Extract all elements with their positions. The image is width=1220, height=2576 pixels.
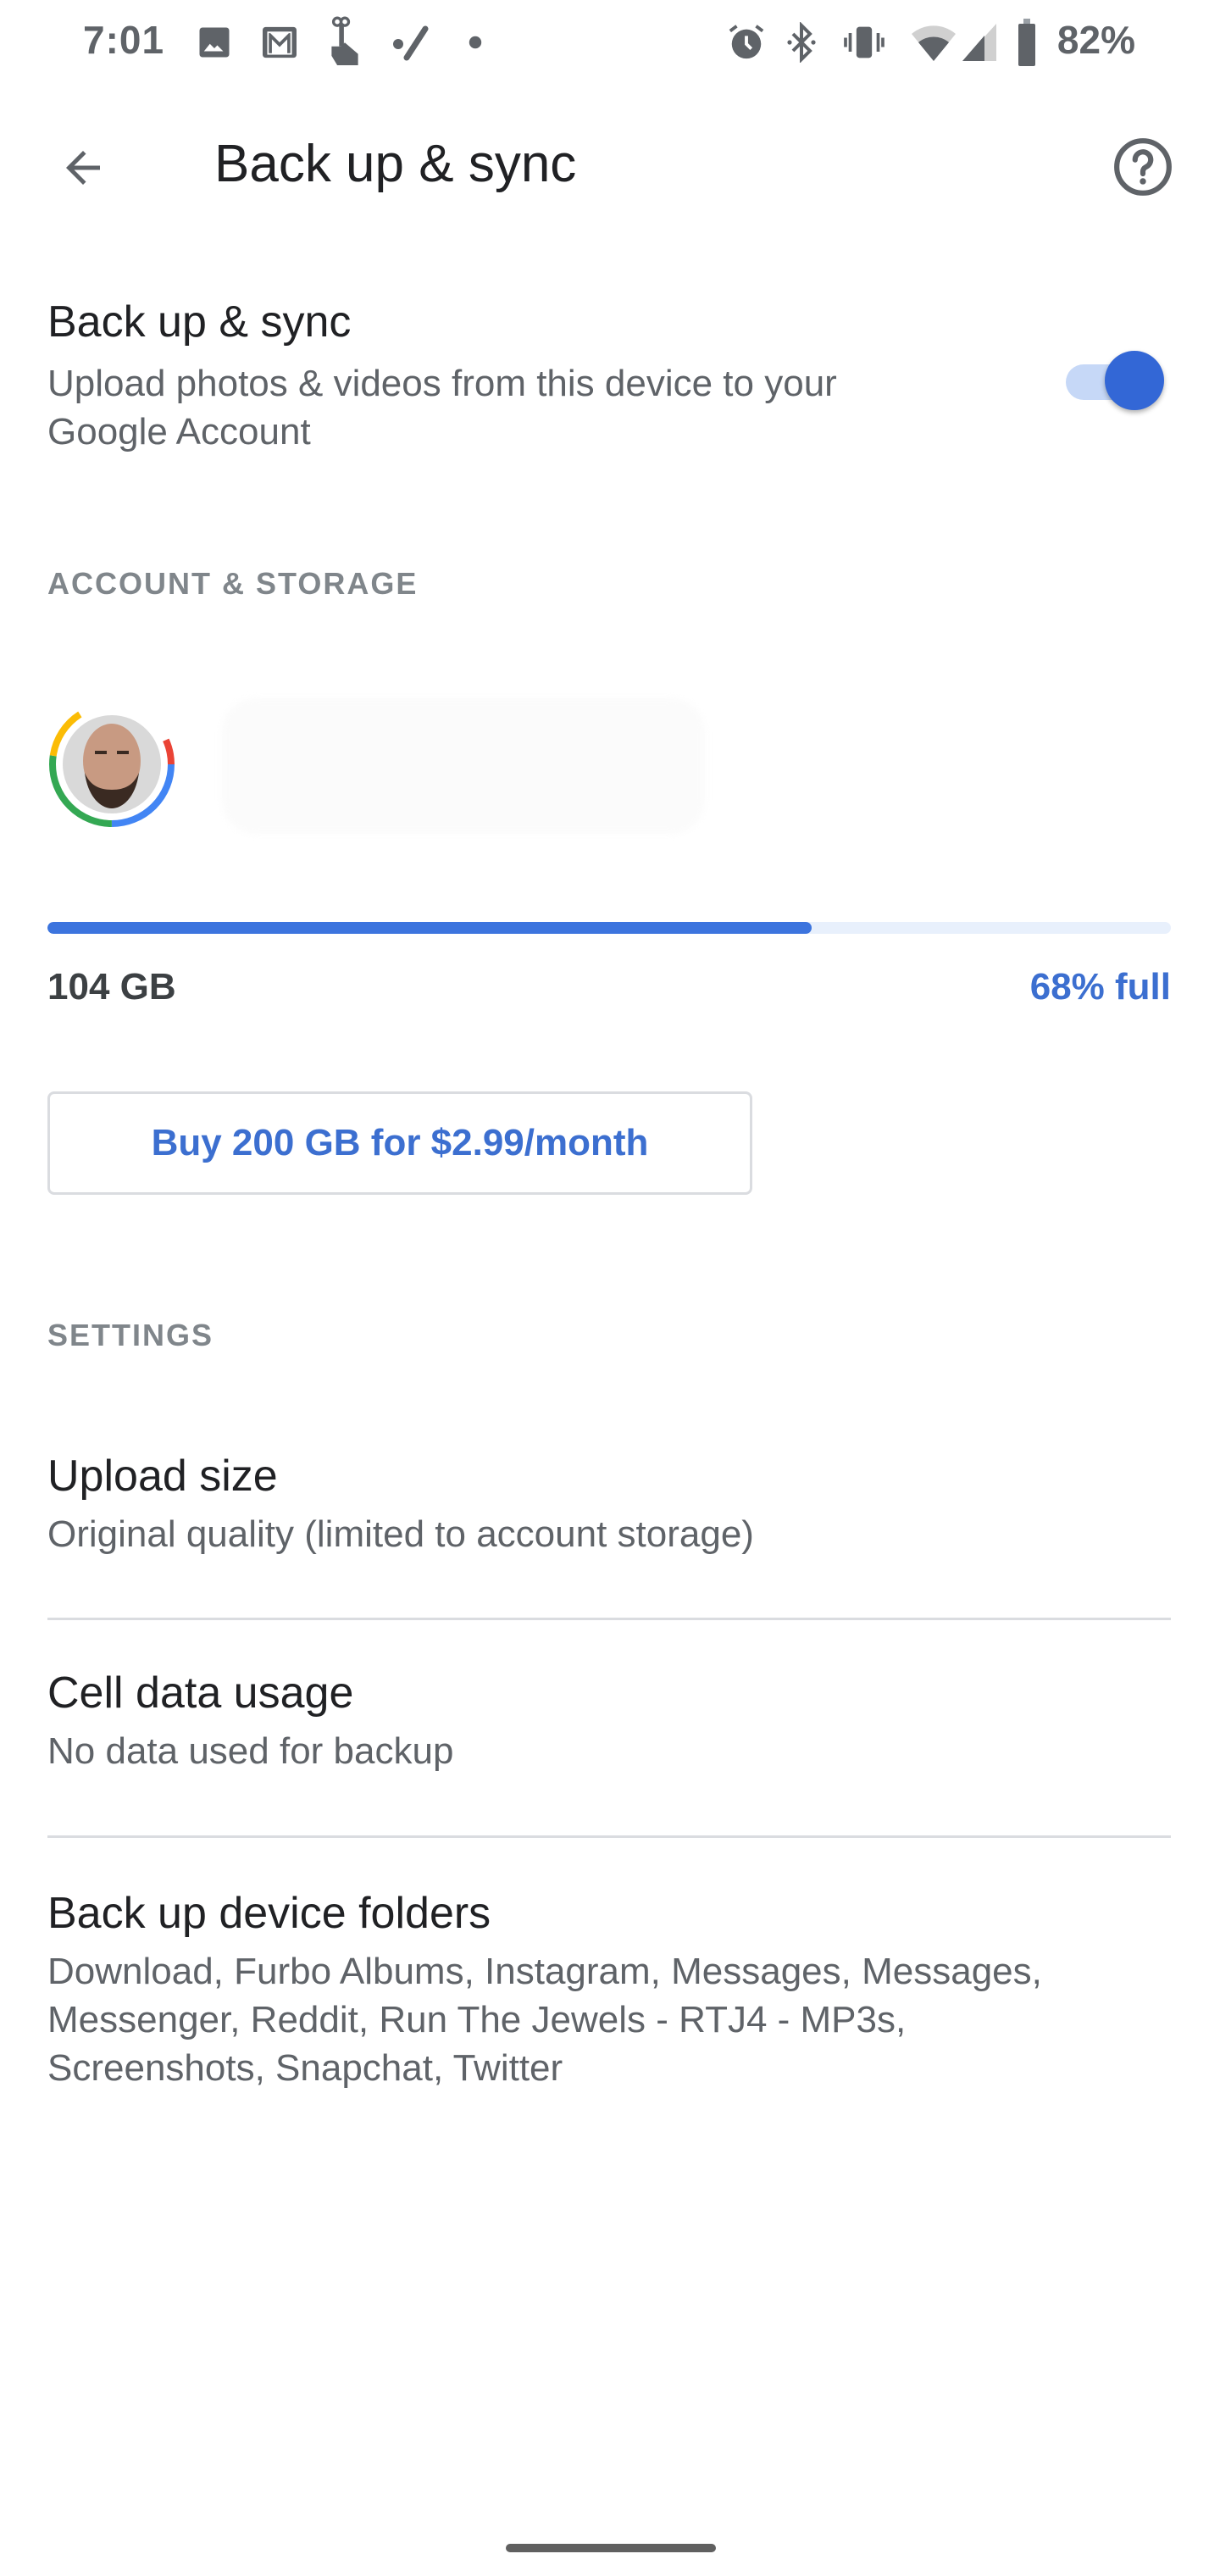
- storage-progress-fill: [47, 922, 812, 934]
- status-time: 7:01: [83, 18, 165, 62]
- divider: [47, 1835, 1171, 1838]
- page-title: Back up & sync: [214, 135, 577, 193]
- setting-upload-size[interactable]: Upload size Original quality (limited to…: [47, 1451, 1171, 1558]
- touch-gesture-icon: [325, 15, 364, 66]
- vibrate-icon: [844, 22, 884, 63]
- home-gesture-bar[interactable]: [506, 2544, 716, 2552]
- cell-data-usage-subtitle: No data used for backup: [47, 1730, 454, 1772]
- back-button[interactable]: [47, 132, 119, 203]
- edit-pen-icon: [391, 22, 432, 63]
- help-circle-icon: [1114, 138, 1172, 196]
- alarm-icon: [727, 22, 766, 63]
- cell-signal-icon: [961, 22, 998, 63]
- backup-sync-row[interactable]: Back up & sync Upload photos & videos fr…: [47, 297, 979, 456]
- gmail-icon: [261, 22, 298, 63]
- buy-storage-button[interactable]: Buy 200 GB for $2.99/month: [47, 1091, 752, 1195]
- setting-backup-device-folders[interactable]: Back up device folders Download, Furbo A…: [47, 1888, 1171, 2092]
- upload-size-title: Upload size: [47, 1452, 278, 1501]
- settings-section-label: SETTINGS: [47, 1318, 214, 1352]
- backup-sync-subtitle-line1: Upload photos & videos from this device …: [47, 363, 837, 404]
- divider: [47, 1618, 1171, 1620]
- storage-used: 104 GB: [47, 966, 176, 1008]
- account-name-redacted: [222, 698, 705, 834]
- backup-device-folders-line2: Messenger, Reddit, Run The Jewels - RTJ4…: [47, 1999, 907, 2040]
- storage-progress-bar: [47, 922, 1171, 934]
- storage-percent-full: 68% full: [1029, 966, 1171, 1008]
- backup-device-folders-title: Back up device folders: [47, 1889, 491, 1938]
- bluetooth-icon: [786, 22, 817, 63]
- setting-cell-data-usage[interactable]: Cell data usage No data used for backup: [47, 1668, 1171, 1775]
- account-avatar[interactable]: [47, 700, 176, 829]
- arrow-back-icon: [66, 151, 100, 185]
- battery-icon: [1017, 19, 1037, 66]
- backup-sync-toggle[interactable]: [1059, 351, 1164, 412]
- account-storage-section-label: ACCOUNT & STORAGE: [47, 566, 419, 601]
- wifi-icon: [910, 22, 957, 63]
- backup-device-folders-line3: Screenshots, Snapchat, Twitter: [47, 2047, 563, 2089]
- backup-sync-subtitle-line2: Google Account: [47, 411, 311, 452]
- cell-data-usage-title: Cell data usage: [47, 1668, 354, 1718]
- help-button[interactable]: [1105, 129, 1181, 205]
- toggle-thumb: [1105, 351, 1164, 410]
- avatar-image: [49, 702, 175, 827]
- battery-percent: 82%: [1056, 18, 1135, 62]
- more-dot-icon: [468, 22, 483, 63]
- photos-notification-icon: [197, 22, 232, 63]
- backup-sync-title: Back up & sync: [47, 297, 352, 347]
- backup-device-folders-line1: Download, Furbo Albums, Instagram, Messa…: [47, 1951, 1042, 1992]
- upload-size-subtitle: Original quality (limited to account sto…: [47, 1513, 754, 1555]
